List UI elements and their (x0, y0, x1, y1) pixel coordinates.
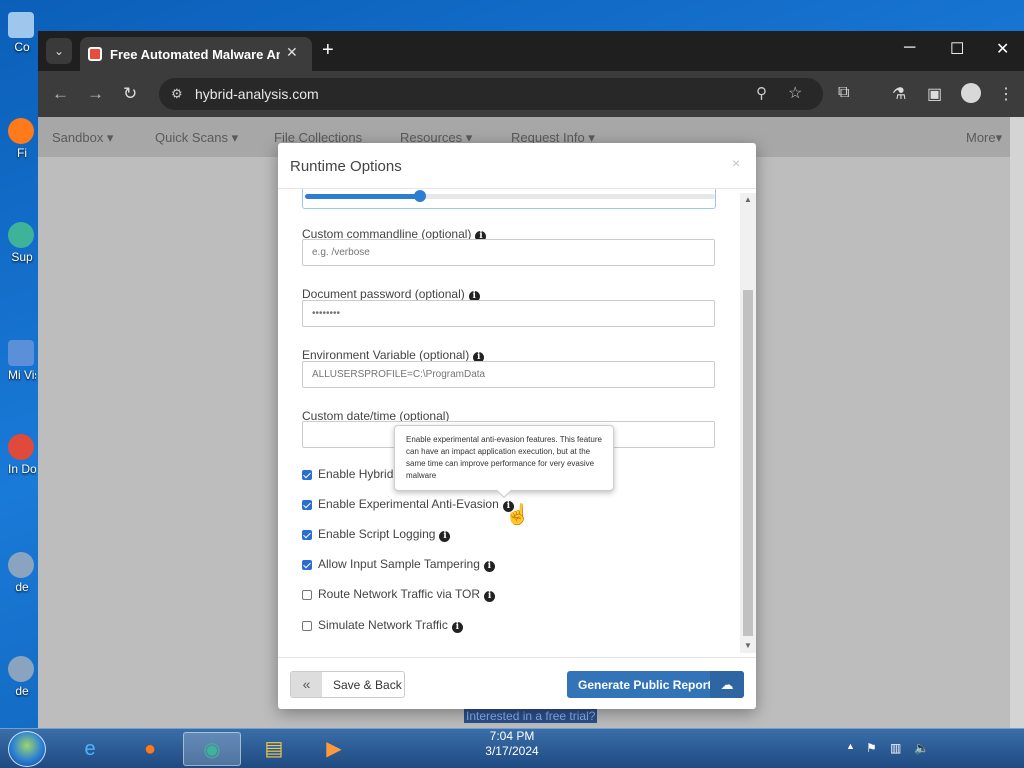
site-info-icon[interactable]: ⚙ (171, 86, 183, 102)
slider-handle[interactable] (413, 190, 426, 202)
maximize-button[interactable]: ☐ (950, 39, 964, 59)
commandline-input[interactable] (302, 239, 715, 266)
minimize-button[interactable]: ─ (904, 39, 915, 57)
extensions-icon[interactable]: ⧉ (838, 84, 849, 102)
document-password-input[interactable] (302, 300, 715, 327)
page-scrollbar[interactable] (1010, 117, 1024, 728)
zoom-icon[interactable]: ⚲ (756, 84, 767, 102)
environment-variable-input[interactable] (302, 361, 715, 388)
side-panel-icon[interactable]: ▣ (927, 84, 942, 104)
reload-icon[interactable]: ↻ (123, 84, 137, 104)
anti-evasion-tooltip: Enable experimental anti-evasion feature… (394, 425, 614, 491)
save-back-label: Save & Back (333, 678, 402, 692)
browser-toolbar: ← → ↻ ⚙ hybrid-analysis.com ⚲ ☆ ⧉ ⚗ ▣ ⋮ (38, 71, 1024, 117)
network-icon[interactable]: ▥ (890, 741, 901, 755)
modal-scrollbar[interactable]: ▲ ▼ (740, 193, 756, 653)
script-logging-label: Enable Script Logging i (318, 527, 451, 542)
simulate-traffic-checkbox[interactable] (302, 621, 312, 631)
desktop-icon-computer[interactable]: Co (8, 12, 36, 54)
sample-tampering-checkbox[interactable] (302, 560, 312, 570)
info-icon[interactable]: i (439, 531, 451, 542)
site-favicon-icon (88, 47, 102, 61)
modal-body: Custom commandline (optional)i Document … (278, 189, 756, 657)
desktop-icon-chrome[interactable]: In Do (8, 434, 36, 476)
generate-report-label: Generate Public Report (578, 678, 712, 692)
desktop-icon-visual-studio[interactable]: Mi Visua (8, 340, 36, 382)
action-center-flag-icon[interactable]: ⚑ (866, 741, 877, 755)
back-icon[interactable]: ← (52, 84, 69, 104)
save-back-button[interactable]: « Save & Back (290, 671, 405, 698)
double-chevron-left-icon: « (291, 672, 322, 697)
scroll-up-icon[interactable]: ▲ (744, 195, 752, 204)
desktop-icon-app[interactable]: Sup (8, 222, 36, 264)
tor-routing-label: Route Network Traffic via TOR i (318, 587, 496, 602)
profile-avatar-icon[interactable] (961, 83, 981, 103)
browser-tab[interactable]: Free Automated Malware Analysis Service … (80, 37, 312, 71)
info-icon[interactable]: i (483, 561, 495, 572)
media-player-icon[interactable]: ▶ (305, 732, 363, 766)
new-tab-icon[interactable]: + (322, 39, 334, 62)
info-icon[interactable]: i (484, 591, 496, 602)
firefox-icon[interactable]: ● (121, 732, 179, 766)
tor-routing-checkbox[interactable] (302, 590, 312, 600)
slider-track (305, 194, 715, 199)
enable-hybrid-checkbox[interactable] (302, 470, 312, 480)
modal-header: Runtime Options × (278, 143, 756, 189)
runtime-options-modal: Runtime Options × Custom commandline (op… (278, 143, 756, 709)
desktop-icon-gear[interactable]: de (8, 552, 36, 594)
tab-title: Free Automated Malware Analysis Service (110, 47, 280, 62)
show-hidden-icons[interactable]: ▲ (846, 741, 855, 751)
forward-icon[interactable]: → (87, 84, 104, 104)
nav-sandbox[interactable]: Sandbox ▾ (52, 130, 113, 146)
bookmark-star-icon[interactable]: ☆ (788, 83, 802, 103)
scroll-down-icon[interactable]: ▼ (744, 641, 752, 650)
volume-muted-icon[interactable]: 🔈 (914, 741, 929, 755)
browser-taskbar-icon[interactable]: ◉ (183, 732, 241, 766)
desktop-icon-firefox[interactable]: Fi (8, 118, 36, 160)
enable-hybrid-label: Enable Hybrid (318, 467, 394, 481)
modal-close-icon[interactable]: × (732, 155, 740, 171)
tab-search-button[interactable]: ⌄ (46, 38, 72, 64)
start-button[interactable] (8, 731, 46, 767)
taskbar: e ● ◉ ▤ ▶ ▲ ⚑ ▥ 🔈 7:04 PM 3/17/2024 (0, 728, 1024, 768)
tab-bar: ⌄ Free Automated Malware Analysis Servic… (38, 31, 1024, 71)
address-bar[interactable]: ⚙ hybrid-analysis.com ⚲ ☆ (159, 78, 823, 110)
simulate-traffic-label: Simulate Network Traffic i (318, 618, 463, 633)
tab-close-icon[interactable]: ✕ (286, 44, 298, 61)
anti-evasion-checkbox[interactable] (302, 500, 312, 510)
nav-more[interactable]: More▾ (966, 130, 1002, 146)
modal-scrollbar-thumb[interactable] (743, 290, 753, 636)
script-logging-checkbox[interactable] (302, 530, 312, 540)
runtime-slider[interactable] (302, 189, 716, 209)
labs-icon[interactable]: ⚗ (892, 84, 906, 104)
slider-fill (305, 194, 420, 199)
browser-menu-icon[interactable]: ⋮ (998, 84, 1014, 104)
cloud-upload-icon: ☁ (710, 671, 744, 698)
modal-title: Runtime Options (290, 158, 402, 175)
generate-report-button[interactable]: Generate Public Report ☁ (567, 671, 744, 698)
free-trial-link[interactable]: Interested in a free trial? (464, 709, 598, 723)
sample-tampering-label: Allow Input Sample Tampering i (318, 557, 495, 572)
internet-explorer-icon[interactable]: e (61, 732, 119, 766)
hand-cursor-icon: ☝ (505, 504, 530, 526)
file-explorer-icon[interactable]: ▤ (245, 732, 303, 766)
anti-evasion-label: Enable Experimental Anti-Evasion i (318, 497, 514, 512)
modal-footer: « Save & Back Generate Public Report ☁ (278, 657, 756, 709)
nav-quick-scans[interactable]: Quick Scans ▾ (155, 130, 238, 146)
url-text: hybrid-analysis.com (195, 86, 319, 102)
info-icon[interactable]: i (451, 622, 463, 633)
desktop-icon-gear-2[interactable]: de (8, 656, 36, 698)
window-close-button[interactable]: ✕ (996, 39, 1009, 59)
